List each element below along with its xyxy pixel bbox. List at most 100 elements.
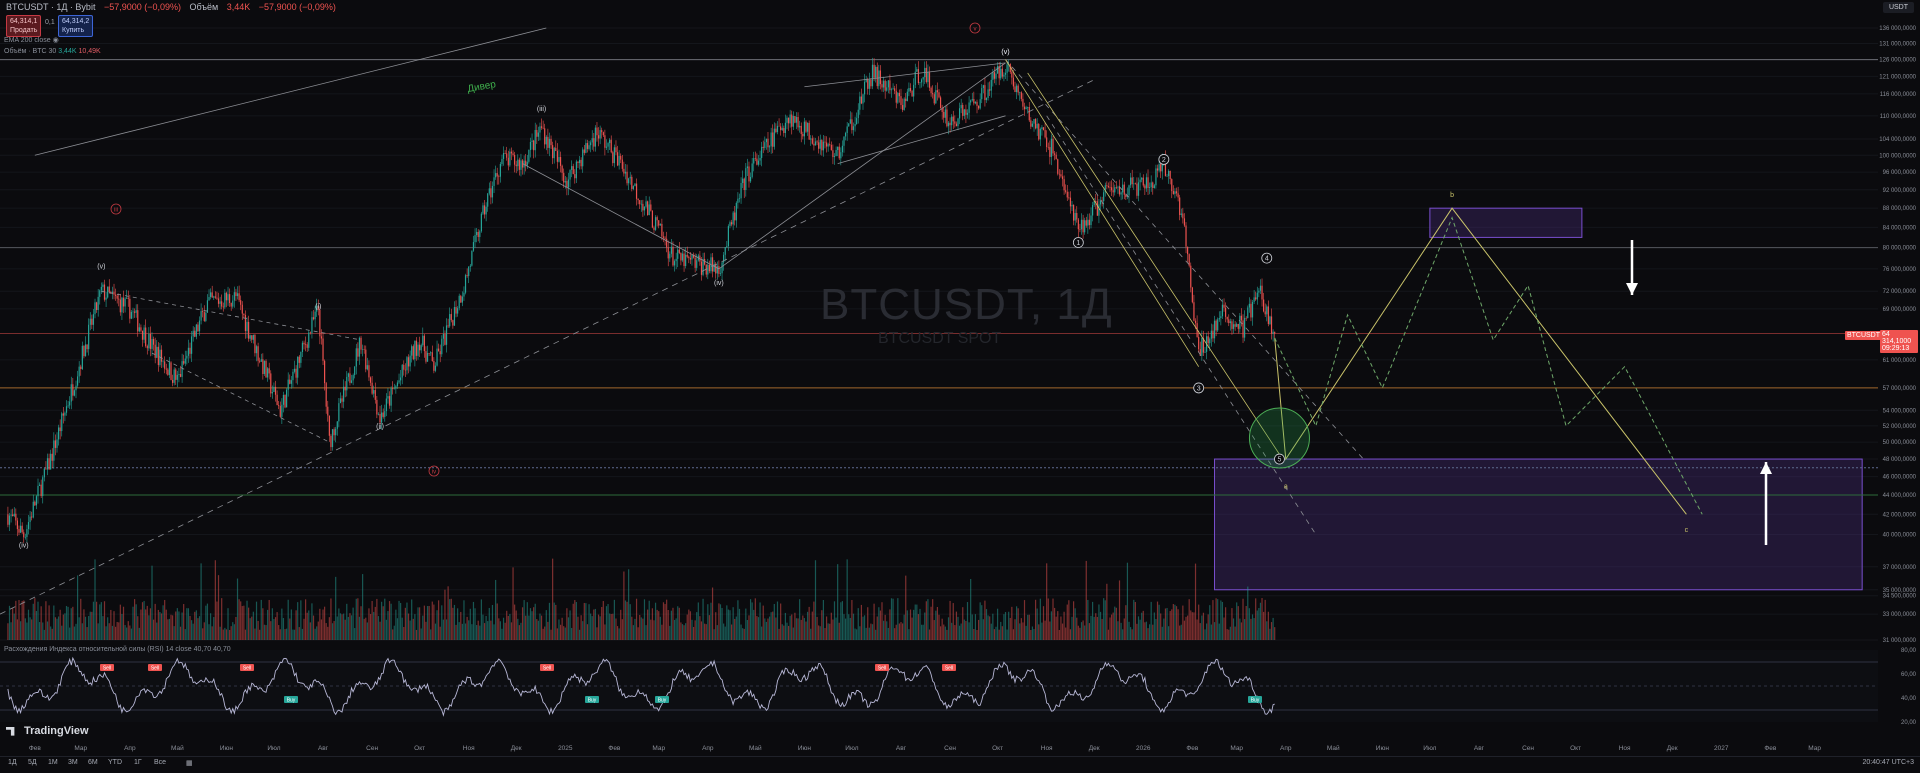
- candle-body: [662, 236, 665, 238]
- timeframe-button-4[interactable]: 3М: [68, 759, 78, 766]
- volume-bar: [232, 622, 234, 640]
- candle-body: [255, 346, 258, 354]
- volume-bar: [786, 622, 788, 640]
- candle-body: [1266, 306, 1268, 315]
- symbol-header[interactable]: BTCUSDT · 1Д · Bybit −57,9000 (−0,09%) О…: [6, 2, 342, 12]
- candle-body: [632, 186, 634, 189]
- candle-body: [244, 314, 247, 332]
- candle-body: [767, 138, 769, 148]
- volume-bar: [1221, 601, 1224, 640]
- price-tick-label-14: 76 000,0000: [1883, 267, 1917, 273]
- target-zone-1[interactable]: [1429, 207, 1583, 238]
- candle-body: [81, 345, 83, 370]
- candle-body: [452, 320, 454, 326]
- candle-body: [471, 250, 473, 266]
- candle-body: [162, 361, 164, 363]
- volume-bar: [1098, 604, 1100, 640]
- ema-indicator-legend[interactable]: EMA 200 close ◉: [4, 36, 59, 44]
- volume-bar: [1183, 620, 1186, 640]
- candle-body: [694, 257, 696, 268]
- candle-body: [650, 204, 652, 211]
- timeframe-button-8[interactable]: Все: [154, 759, 166, 766]
- impulse-line-2[interactable]: [1027, 72, 1283, 460]
- currency-selector[interactable]: USDT: [1882, 2, 1914, 13]
- candle-body: [968, 102, 970, 113]
- volume-bar: [829, 623, 831, 640]
- sell-button[interactable]: 64,314,1 Продать: [6, 15, 42, 37]
- volume-bar: [1185, 616, 1187, 640]
- volume-bar: [887, 627, 889, 640]
- candle-body: [742, 178, 744, 183]
- volume-bar: [517, 618, 519, 640]
- volume-bar: [1030, 629, 1032, 640]
- timeframe-button-2[interactable]: 5Д: [28, 759, 37, 766]
- volume-bar: [531, 611, 533, 640]
- volume-bar: [26, 622, 28, 640]
- timeframe-button-7[interactable]: 1Г: [134, 759, 142, 766]
- volume-bar: [578, 629, 581, 640]
- candle-body: [276, 394, 278, 406]
- candle-body: [569, 169, 571, 180]
- wedge-upper-line[interactable]: [101, 290, 362, 341]
- annotation-diver[interactable]: Дивер: [467, 79, 498, 95]
- volume-bar: [1028, 614, 1030, 640]
- volume-bar: [143, 600, 145, 640]
- volume-bar: [776, 601, 779, 640]
- candle-body: [1042, 127, 1045, 131]
- candle-body: [658, 220, 660, 226]
- volume-bar: [900, 622, 902, 640]
- candle-body: [1212, 330, 1214, 339]
- descending-line-1[interactable]: [1005, 59, 1364, 460]
- candle-body: [236, 293, 239, 297]
- wedge-lower-line[interactable]: [151, 352, 330, 443]
- volume-bar: [927, 599, 929, 640]
- timeframe-button-6[interactable]: YTD: [108, 759, 122, 766]
- candle-body: [1204, 351, 1206, 353]
- candle-body: [141, 330, 144, 340]
- rsi-indicator-legend[interactable]: Расхождения Индекса относительной силы (…: [4, 646, 231, 653]
- volume-bar: [12, 608, 14, 640]
- candle-body: [1153, 185, 1155, 189]
- candle-body: [270, 373, 272, 394]
- tradingview-logo[interactable]: TradingView: [6, 725, 89, 737]
- volume-bar: [203, 622, 205, 640]
- eye-icon[interactable]: ◉: [53, 37, 59, 44]
- rsi-sell-label-5: Sell: [945, 666, 953, 672]
- volume-bar: [675, 618, 677, 640]
- chart-canvas[interactable]: (iv)(v)(i)(ii)(iii)(iv)(v)(v)12345abciii…: [0, 0, 1920, 772]
- symbol-title[interactable]: BTCUSDT · 1Д · Bybit: [6, 2, 95, 12]
- volume-bar: [357, 598, 359, 640]
- candle-body: [835, 150, 837, 157]
- candle-body: [13, 513, 15, 517]
- candle-body: [357, 348, 359, 357]
- candle-body: [376, 399, 378, 415]
- volume-bar: [1215, 598, 1217, 640]
- volume-indicator-legend[interactable]: Объём · BTC 30 3,44K 10,49K: [4, 48, 101, 55]
- candle-body: [558, 157, 560, 162]
- candle-body: [73, 390, 76, 396]
- candle-body: [365, 349, 367, 370]
- candle-body: [1060, 174, 1062, 177]
- volume-bar: [1042, 606, 1045, 640]
- volume-bar: [259, 629, 261, 640]
- buy-button[interactable]: 64,314,2 Купить: [58, 15, 94, 37]
- volume-bar: [548, 602, 551, 640]
- volume-bar: [768, 616, 771, 640]
- timeframe-button-1[interactable]: 1Д: [8, 759, 17, 766]
- corrective-line-1[interactable]: [522, 163, 720, 270]
- rising-channel-top[interactable]: [804, 62, 1006, 88]
- volume-bar: [202, 628, 204, 640]
- timeframe-button-3[interactable]: 1М: [48, 759, 58, 766]
- time-tick-label-8: Сен: [366, 745, 378, 752]
- timeframe-button-5[interactable]: 6М: [88, 759, 98, 766]
- candle-body: [648, 204, 650, 216]
- volume-bar: [358, 616, 361, 640]
- candle-body: [871, 64, 874, 87]
- candle-body: [1150, 182, 1152, 188]
- volume-bar: [447, 586, 449, 640]
- volume-bar: [8, 605, 11, 640]
- candle-body: [1114, 187, 1116, 193]
- volume-bar: [69, 627, 71, 640]
- calendar-icon[interactable]: ▦: [186, 759, 193, 767]
- candle-body: [1272, 331, 1274, 334]
